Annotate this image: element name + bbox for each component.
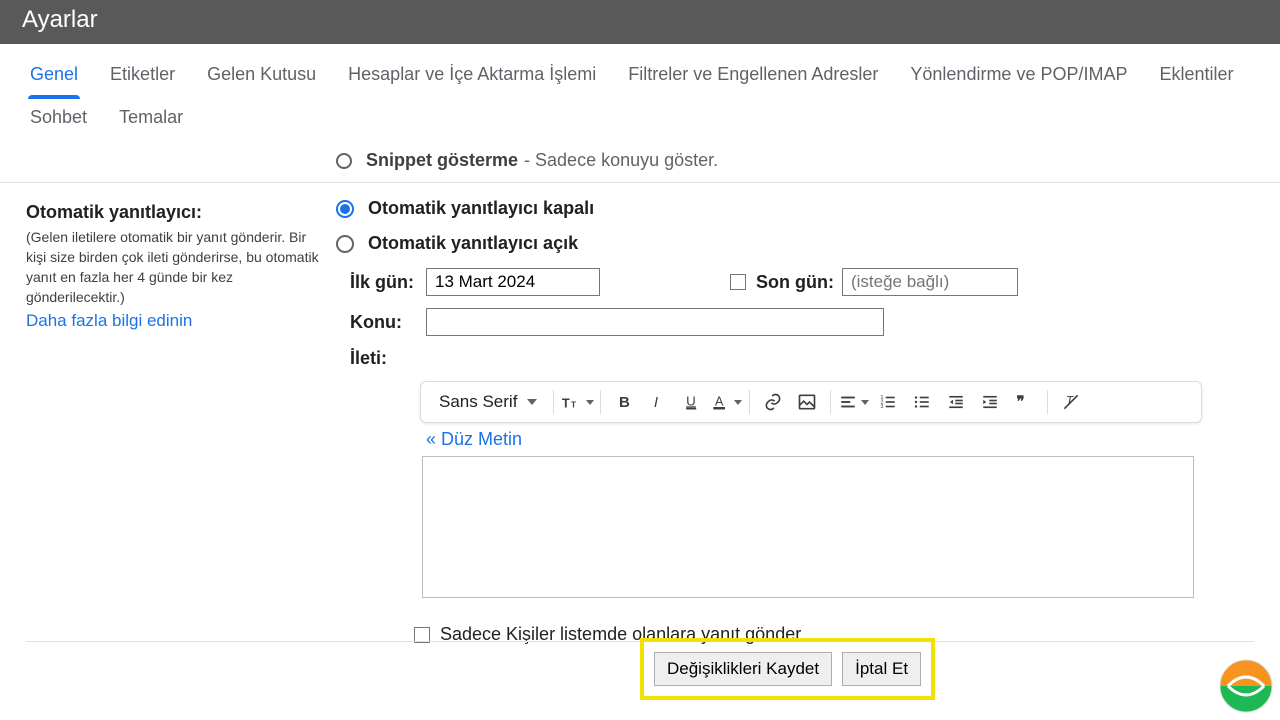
- autoresponder-on-row[interactable]: Otomatik yanıtlayıcı açık: [336, 233, 1254, 254]
- tab-addons[interactable]: Eklentiler: [1147, 56, 1245, 99]
- autoresponder-section-heading: Otomatik yanıtlayıcı: (Gelen iletilere o…: [26, 202, 326, 331]
- message-row: İleti:: [350, 348, 1254, 369]
- italic-button[interactable]: I: [641, 385, 675, 419]
- image-button[interactable]: [790, 385, 824, 419]
- last-day-wrap: Son gün:: [730, 268, 1018, 296]
- svg-text:T: T: [571, 401, 576, 410]
- svg-text:U: U: [687, 393, 697, 408]
- first-day-label: İlk gün:: [350, 272, 426, 293]
- tab-filters[interactable]: Filtreler ve Engellenen Adresler: [616, 56, 890, 99]
- cancel-button[interactable]: İptal Et: [842, 652, 921, 686]
- tab-themes[interactable]: Temalar: [107, 99, 195, 142]
- message-label: İleti:: [350, 348, 426, 369]
- last-day-checkbox[interactable]: [730, 274, 746, 290]
- plain-text-link[interactable]: « Düz Metin: [426, 429, 1254, 450]
- tab-general[interactable]: Genel: [18, 56, 90, 99]
- autoresponder-off-row[interactable]: Otomatik yanıtlayıcı kapalı: [336, 198, 1254, 219]
- indent-button[interactable]: [973, 385, 1007, 419]
- svg-text:B: B: [619, 394, 630, 411]
- chevron-down-icon: [734, 400, 742, 405]
- toolbar-divider: [1047, 390, 1048, 414]
- text-color-button[interactable]: A: [709, 385, 743, 419]
- snippet-hide-radio[interactable]: [336, 153, 352, 169]
- last-day-input[interactable]: [842, 268, 1018, 296]
- link-button[interactable]: [756, 385, 790, 419]
- autoresponder-on-radio[interactable]: [336, 235, 354, 253]
- bold-button[interactable]: B: [607, 385, 641, 419]
- ordered-list-button[interactable]: 123: [871, 385, 905, 419]
- snippet-option-row: Snippet gösterme - Sadece konuyu göster.: [336, 150, 718, 171]
- page-header: Ayarlar: [0, 0, 1280, 44]
- svg-text:3: 3: [881, 404, 884, 410]
- svg-text:T: T: [562, 396, 570, 411]
- subject-label: Konu:: [350, 312, 426, 333]
- tab-labels[interactable]: Etiketler: [98, 56, 187, 99]
- toolbar-divider: [553, 390, 554, 414]
- toolbar-divider: [830, 390, 831, 414]
- first-day-row: İlk gün: Son gün:: [350, 268, 1254, 296]
- subject-input[interactable]: [426, 308, 884, 336]
- page-title: Ayarlar: [22, 6, 98, 34]
- autoresponder-on-label: Otomatik yanıtlayıcı açık: [368, 233, 578, 254]
- settings-content: Snippet gösterme - Sadece konuyu göster.…: [0, 142, 1280, 718]
- learn-more-link[interactable]: Daha fazla bilgi edinin: [26, 311, 192, 331]
- editor-toolbar: Sans Serif TT B I U A 123 ❞ T: [420, 381, 1202, 423]
- message-editor[interactable]: [422, 456, 1194, 598]
- align-button[interactable]: [837, 385, 871, 419]
- underline-button[interactable]: U: [675, 385, 709, 419]
- toolbar-divider: [749, 390, 750, 414]
- tab-inbox[interactable]: Gelen Kutusu: [195, 56, 328, 99]
- section-divider: [0, 182, 1280, 183]
- autoresponder-off-radio[interactable]: [336, 200, 354, 218]
- clear-format-button[interactable]: T: [1054, 385, 1088, 419]
- watermark-logo: [1218, 658, 1274, 714]
- save-button[interactable]: Değişiklikleri Kaydet: [654, 652, 832, 686]
- svg-text:A: A: [715, 394, 724, 408]
- svg-text:I: I: [654, 394, 658, 411]
- subject-row: Konu:: [350, 308, 1254, 336]
- quote-button[interactable]: ❞: [1007, 385, 1041, 419]
- bullet-list-button[interactable]: [905, 385, 939, 419]
- snippet-hide-label: Snippet gösterme: [366, 150, 518, 171]
- autoresponder-off-label: Otomatik yanıtlayıcı kapalı: [368, 198, 594, 219]
- settings-tabs: Genel Etiketler Gelen Kutusu Hesaplar ve…: [0, 44, 1280, 142]
- autoresponder-title: Otomatik yanıtlayıcı:: [26, 202, 326, 223]
- svg-text:❞: ❞: [1017, 394, 1025, 411]
- last-day-label: Son gün:: [756, 272, 834, 293]
- toolbar-divider: [600, 390, 601, 414]
- chevron-down-icon: [527, 399, 537, 405]
- autoresponder-options: Otomatik yanıtlayıcı kapalı Otomatik yan…: [336, 198, 1254, 645]
- footer-button-group: Değişiklikleri Kaydet İptal Et: [640, 638, 935, 700]
- font-select[interactable]: Sans Serif: [429, 382, 547, 422]
- outdent-button[interactable]: [939, 385, 973, 419]
- chevron-down-icon: [861, 400, 869, 405]
- font-size-button[interactable]: TT: [560, 385, 594, 419]
- autoresponder-note: (Gelen iletilere otomatik bir yanıt gönd…: [26, 227, 326, 307]
- chevron-down-icon: [586, 400, 594, 405]
- tab-forwarding[interactable]: Yönlendirme ve POP/IMAP: [898, 56, 1139, 99]
- font-name: Sans Serif: [439, 392, 517, 412]
- first-day-input[interactable]: [426, 268, 600, 296]
- tab-chat[interactable]: Sohbet: [18, 99, 99, 142]
- snippet-hide-note: - Sadece konuyu göster.: [524, 150, 718, 171]
- tab-accounts[interactable]: Hesaplar ve İçe Aktarma İşlemi: [336, 56, 608, 99]
